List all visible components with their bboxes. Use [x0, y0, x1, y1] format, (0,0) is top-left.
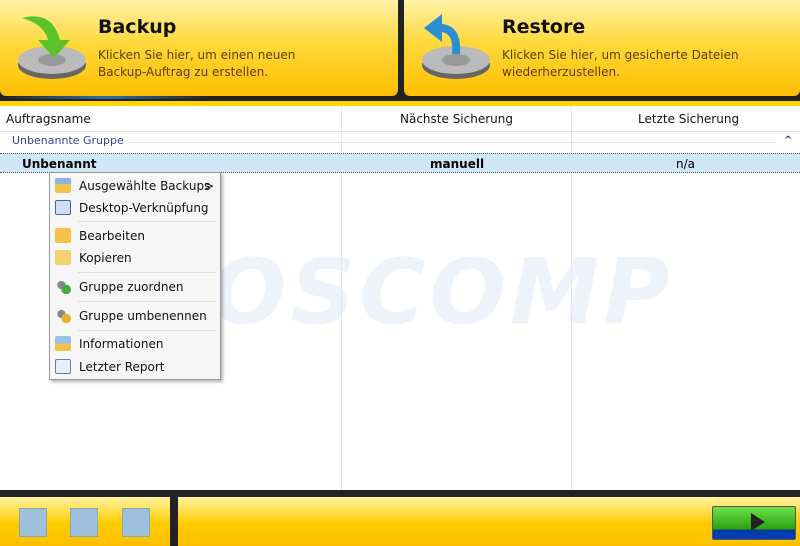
- menu-item-desktop-shortcut[interactable]: Desktop-Verknüpfung: [53, 198, 217, 218]
- last-backup: n/a: [676, 157, 696, 171]
- menu-item-rename-group[interactable]: Gruppe umbenennen: [53, 306, 217, 326]
- play-icon: [751, 513, 765, 531]
- menu-item-last-report[interactable]: Letzter Report: [53, 357, 217, 377]
- view-button-1[interactable]: [19, 508, 47, 537]
- menu-separator: [78, 272, 216, 273]
- menu-item-selected-backups[interactable]: Ausgewählte Backups >: [53, 176, 217, 196]
- submenu-arrow-icon: >: [204, 179, 215, 193]
- menu-item-information[interactable]: Informationen: [53, 334, 217, 354]
- backup-title: Backup: [98, 16, 177, 38]
- group-assign-icon: [55, 279, 71, 294]
- group-label[interactable]: Unbenannte Gruppe: [12, 134, 124, 147]
- watermark: OSCOMP: [210, 240, 674, 345]
- top-toolbar: Backup Klicken Sie hier, um einen neuen B…: [0, 0, 800, 106]
- copy-folder-icon: [55, 250, 71, 265]
- column-header-last[interactable]: Letzte Sicherung: [638, 112, 739, 126]
- report-icon: [55, 359, 71, 374]
- backups-folder-icon: [55, 178, 71, 193]
- table-row[interactable]: Unbenannt manuell n/a: [0, 153, 800, 173]
- menu-separator: [78, 330, 216, 331]
- menu-item-copy[interactable]: Kopieren: [53, 248, 217, 268]
- group-divider: [128, 142, 776, 143]
- backup-description: Klicken Sie hier, um einen neuen Backup-A…: [98, 48, 296, 79]
- edit-folder-icon: [55, 228, 71, 243]
- menu-separator: [78, 301, 216, 302]
- menu-item-edit[interactable]: Bearbeiten: [53, 226, 217, 246]
- restore-button[interactable]: Restore Klicken Sie hier, um gesicherte …: [404, 0, 800, 96]
- info-icon: [55, 336, 71, 351]
- backup-button[interactable]: Backup Klicken Sie hier, um einen neuen B…: [0, 0, 398, 96]
- job-name: Unbenannt: [22, 157, 97, 171]
- context-menu: Ausgewählte Backups > Desktop-Verknüpfung…: [49, 172, 221, 380]
- restore-title: Restore: [502, 16, 586, 38]
- view-button-2[interactable]: [70, 508, 98, 537]
- backup-drive-icon: [18, 16, 86, 79]
- restore-description: Klicken Sie hier, um gesicherte Dateien w…: [502, 48, 739, 79]
- table-header: Auftragsname Nächste Sicherung Letzte Si…: [0, 106, 800, 132]
- column-header-next[interactable]: Nächste Sicherung: [400, 112, 513, 126]
- desktop-shortcut-icon: [55, 200, 71, 215]
- divider: [0, 96, 210, 99]
- view-button-3[interactable]: [122, 508, 150, 537]
- menu-separator: [78, 221, 216, 222]
- bottom-bar: [0, 490, 800, 546]
- menu-item-assign-group[interactable]: Gruppe zuordnen: [53, 277, 217, 297]
- group-rename-icon: [55, 308, 71, 323]
- run-button[interactable]: [712, 506, 796, 540]
- status-area: [178, 497, 800, 546]
- next-backup: manuell: [430, 157, 485, 171]
- restore-drive-icon: [422, 14, 490, 79]
- collapse-icon[interactable]: ^: [784, 135, 792, 146]
- column-header-name[interactable]: Auftragsname: [6, 112, 91, 126]
